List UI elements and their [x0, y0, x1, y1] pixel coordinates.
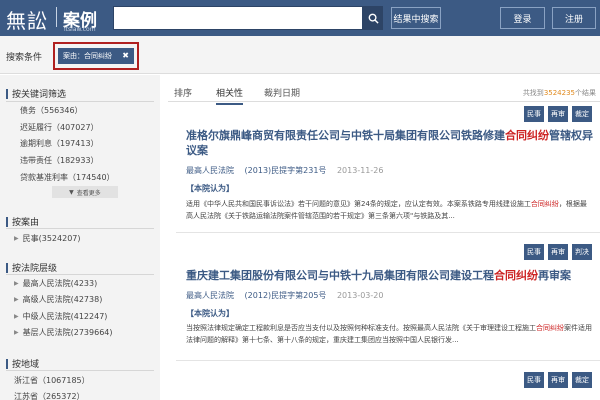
case-excerpt: 适用《中华人民共和国民事诉讼法》若干问题的意见》第24条的规定，应认定有效。本案… [186, 200, 587, 220]
badge-civil[interactable]: 民事 [524, 372, 544, 388]
search-icon [368, 13, 379, 24]
show-more-button[interactable]: ▼ 查看更多 [52, 186, 118, 198]
result-count: 共找到3524235个结果 [522, 89, 596, 97]
divider [6, 101, 154, 102]
section-title: 按地域 [12, 360, 40, 370]
sidebar-item-court[interactable]: ▶ 高级人民法院(42738) [14, 294, 102, 305]
chevron-right-icon: ▶ [14, 235, 19, 242]
sidebar-section-keyword[interactable]: 按关键词筛选 [6, 87, 66, 100]
section-title: 按案由 [12, 218, 40, 228]
logo-subtitle: itslaw.com [64, 26, 96, 33]
filter-tag-cause[interactable]: 案由：合同纠纷 ✖ [58, 48, 134, 64]
sidebar-item-region[interactable]: 浙江省（1067185） [14, 375, 90, 386]
case-court[interactable]: 最高人民法院 [186, 166, 234, 175]
section-marker [6, 358, 8, 369]
sidebar-item-keyword[interactable]: 迟延履行（407027） [20, 122, 99, 133]
chevron-right-icon: ▶ [14, 329, 19, 336]
case-section-title: 【本院认为】 [186, 184, 234, 193]
tab-relevance[interactable]: 相关性 [216, 86, 244, 105]
divider [6, 370, 154, 371]
badge-retrial[interactable]: 再审 [548, 244, 568, 260]
register-button[interactable]: 注册 [552, 7, 596, 29]
search-button[interactable] [363, 6, 383, 30]
badge-judgment[interactable]: 判决 [572, 244, 592, 260]
case-meta: 最高人民法院 (2013)民提字第231号 2013-11-26 [186, 165, 383, 176]
badge-ruling[interactable]: 裁定 [572, 106, 592, 122]
close-icon[interactable]: ✖ [122, 51, 129, 60]
tab-date[interactable]: 裁判日期 [264, 86, 300, 99]
chevron-right-icon: ▶ [14, 313, 19, 320]
sort-tabs: 排序 相关性 裁判日期 共找到3524235个结果 [168, 80, 600, 105]
search-in-results-button[interactable]: 结果中搜索 [391, 7, 441, 29]
case-date: 2013-11-26 [336, 166, 384, 175]
case-title[interactable]: 重庆建工集团股份有限公司与中铁十九局集团有限公司建设工程合同纠纷再审案 [186, 268, 596, 283]
divider [6, 274, 154, 275]
logo-mark: 無訟 [6, 9, 48, 33]
tab-sort-label: 排序 [174, 89, 193, 99]
filter-tag-label: 案由：合同纠纷 [63, 52, 112, 60]
sidebar-section-court-level[interactable]: 按法院层级 [6, 261, 57, 274]
sidebar: 按关键词筛选 债务（556346） 迟延履行（407027） 逾期利息（1974… [0, 75, 160, 400]
badge-retrial[interactable]: 再审 [548, 106, 568, 122]
case-docno: (2013)民提字第231号 [244, 166, 327, 175]
sidebar-item-court[interactable]: ▶ 中级人民法院(412247) [14, 311, 107, 322]
badge-civil[interactable]: 民事 [524, 106, 544, 122]
chevron-right-icon: ▶ [14, 296, 19, 303]
sidebar-item-keyword[interactable]: 债务（556346） [20, 105, 83, 116]
sidebar-section-region[interactable]: 按地域 [6, 357, 39, 370]
chevron-down-icon: ▼ [69, 188, 74, 196]
case-excerpt: 当按照法律规定确定工程款利息是否应当支付以及按照何种标准支付。按照最高人民法院《… [186, 324, 592, 344]
section-title: 按法院层级 [12, 264, 58, 274]
badge-retrial[interactable]: 再审 [548, 372, 568, 388]
case-docno: (2012)民提字第205号 [244, 291, 327, 300]
case-meta: 最高人民法院 (2012)民提字第205号 2013-03-20 [186, 290, 383, 301]
login-button[interactable]: 登录 [500, 7, 545, 29]
case-section-title: 【本院认为】 [186, 309, 234, 318]
sidebar-item-keyword[interactable]: 贷款基准利率（174540） [20, 172, 115, 183]
sidebar-item-keyword[interactable]: 违带责任（182933） [20, 155, 99, 166]
sidebar-item-keyword[interactable]: 逾期利息（197413） [20, 138, 99, 149]
search-input[interactable] [113, 6, 363, 30]
top-header: 無訟 案例 itslaw.com 结果中搜索 登录 注册 [0, 0, 600, 36]
section-marker [6, 216, 8, 227]
divider [176, 232, 600, 233]
section-marker [6, 88, 8, 99]
logo[interactable]: 無訟 案例 itslaw.com [6, 3, 110, 33]
sidebar-item-court[interactable]: ▶ 基层人民法院(2739664) [14, 327, 113, 338]
case-court[interactable]: 最高人民法院 [186, 291, 234, 300]
result-count-number: 3524235 [543, 89, 575, 97]
sidebar-item-cause[interactable]: ▶ 民事(3524207) [14, 233, 81, 244]
case-date: 2013-03-20 [336, 291, 384, 300]
chevron-right-icon: ▶ [14, 280, 19, 287]
sidebar-item-court[interactable]: ▶ 最高人民法院(4233) [14, 278, 97, 289]
badge-civil[interactable]: 民事 [524, 244, 544, 260]
sidebar-section-cause[interactable]: 按案由 [6, 215, 39, 228]
filter-label: 搜索条件 [6, 53, 43, 63]
logo-separator [56, 7, 57, 27]
section-marker [6, 262, 8, 273]
case-title[interactable]: 准格尔旗鼎峰商贸有限责任公司与中铁十局集团有限公司铁路修建合同纠纷管辖权异议案 [186, 128, 596, 158]
badge-ruling[interactable]: 裁定 [572, 372, 592, 388]
sidebar-item-region[interactable]: 江苏省（265372） [14, 391, 85, 400]
section-title: 按关键词筛选 [12, 90, 67, 100]
divider [176, 360, 600, 361]
divider [6, 228, 154, 229]
